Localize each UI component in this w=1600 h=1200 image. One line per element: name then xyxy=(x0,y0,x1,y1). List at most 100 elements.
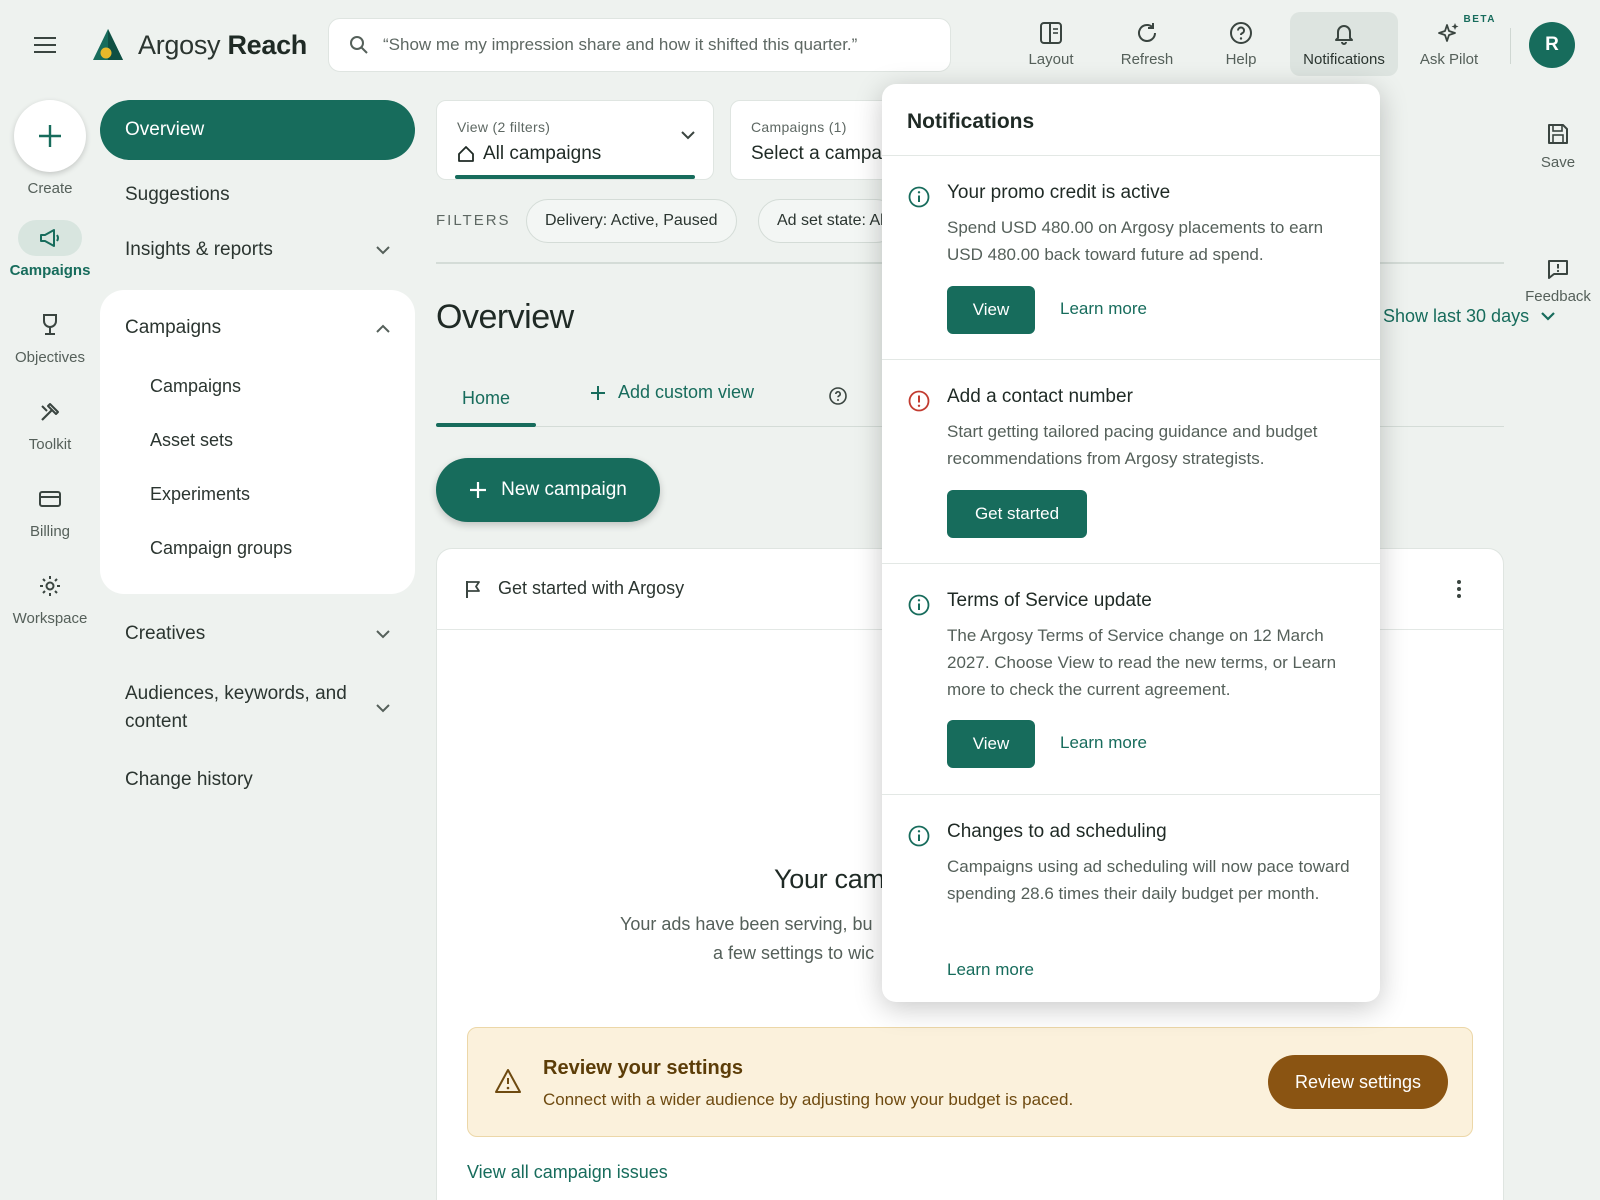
help-button[interactable]: Help xyxy=(1196,12,1286,76)
create-button[interactable] xyxy=(14,100,86,172)
chevron-down-icon xyxy=(376,703,390,712)
help-icon xyxy=(829,387,847,405)
nav-sub-experiments[interactable]: Experiments xyxy=(150,484,250,505)
page-title: Overview xyxy=(436,298,574,336)
rail-item-toolkit[interactable]: Toolkit xyxy=(0,394,100,453)
nav-group-campaigns[interactable]: Campaigns xyxy=(100,308,415,348)
plus-icon xyxy=(591,385,605,400)
info-icon xyxy=(908,825,930,847)
review-settings-button[interactable]: Review settings xyxy=(1268,1055,1448,1109)
empty-state-title: Your cam xyxy=(774,864,885,894)
notification-ad-scheduling: Changes to ad scheduling Campaigns using… xyxy=(882,795,1380,1002)
tab-home[interactable]: Home xyxy=(436,368,536,428)
nav-sub-asset-sets[interactable]: Asset sets xyxy=(150,430,233,451)
feedback-button[interactable]: Feedback xyxy=(1520,258,1596,305)
nav-sub-campaign-groups[interactable]: Campaign groups xyxy=(150,538,292,559)
nav-item-suggestions[interactable]: Suggestions xyxy=(100,175,415,215)
notification-learn-more-link[interactable]: Learn more xyxy=(1060,299,1147,319)
campaigns-label: Campaigns (1) xyxy=(751,119,847,135)
credit-card-icon xyxy=(39,491,61,507)
nav-item-overview[interactable]: Overview xyxy=(100,100,415,160)
hamburger-icon xyxy=(34,37,56,53)
notification-body: The Argosy Terms of Service change on 12… xyxy=(947,626,1337,699)
rail-item-campaigns[interactable]: Campaigns xyxy=(0,220,100,279)
notification-body: Spend USD 480.00 on Argosy placements to… xyxy=(947,218,1324,264)
layout-button[interactable]: Layout xyxy=(1006,12,1096,76)
notification-title: Terms of Service update xyxy=(947,590,1152,611)
rail-item-billing[interactable]: Billing xyxy=(0,481,100,540)
nav-item-insights[interactable]: Insights & reports xyxy=(100,230,415,270)
empty-state-text-2: a few settings to wic xyxy=(713,943,875,963)
more-options-button[interactable] xyxy=(1446,574,1472,604)
date-range-selector[interactable]: Show last 30 days xyxy=(1383,306,1555,327)
panel-title: Get started with Argosy xyxy=(498,578,685,598)
chevron-down-icon xyxy=(376,629,390,638)
refresh-label: Refresh xyxy=(1120,51,1174,68)
filters-label: FILTERS xyxy=(436,212,511,229)
rail-item-workspace[interactable]: Workspace xyxy=(0,568,100,627)
notification-learn-more-link[interactable]: Learn more xyxy=(947,960,1034,980)
brand-logo[interactable]: Argosy Reach xyxy=(92,26,307,64)
nav-sub-campaigns[interactable]: Campaigns xyxy=(150,376,241,397)
banner-title: Review your settings xyxy=(543,1057,744,1079)
refresh-button[interactable]: Refresh xyxy=(1102,12,1192,76)
rail-label-campaigns: Campaigns xyxy=(9,262,91,279)
nav-item-change-history[interactable]: Change history xyxy=(100,760,415,800)
save-button[interactable]: Save xyxy=(1520,122,1596,171)
layout-icon xyxy=(1040,22,1062,44)
ask-pilot-button[interactable]: BETA Ask Pilot xyxy=(1404,12,1496,76)
notification-body: Start getting tailored pacing guidance a… xyxy=(947,422,1318,468)
feedback-label: Feedback xyxy=(1525,288,1591,305)
save-icon xyxy=(1548,124,1568,144)
flag-icon xyxy=(466,580,480,598)
notification-promo-credit: Your promo credit is active Spend USD 48… xyxy=(882,156,1380,360)
toolbar-divider xyxy=(1510,28,1511,64)
rail-item-objectives[interactable]: Objectives xyxy=(0,307,100,366)
trophy-icon xyxy=(43,314,57,335)
rail-label-toolkit: Toolkit xyxy=(28,436,72,453)
tab-add-custom-view[interactable]: Add custom view xyxy=(590,382,754,403)
chevron-down-icon xyxy=(376,245,390,254)
view-selector[interactable]: View (2 filters) All campaigns xyxy=(436,100,714,180)
search-input[interactable] xyxy=(383,35,930,55)
rail-label-billing: Billing xyxy=(29,523,71,540)
notification-view-button[interactable]: View xyxy=(947,720,1035,768)
beta-badge: BETA xyxy=(1463,14,1496,25)
warning-icon xyxy=(494,1068,522,1094)
save-label: Save xyxy=(1540,154,1576,171)
chevron-up-icon xyxy=(376,324,390,333)
bell-icon xyxy=(1335,25,1353,45)
notification-get-started-button[interactable]: Get started xyxy=(947,490,1087,538)
filter-chip-delivery[interactable]: Delivery: Active, Paused xyxy=(526,199,737,243)
alert-circle-icon xyxy=(908,390,930,412)
info-icon xyxy=(908,186,930,208)
notification-view-button[interactable]: View xyxy=(947,286,1035,334)
plus-icon xyxy=(470,482,487,498)
nav-item-creatives[interactable]: Creatives xyxy=(100,614,415,654)
notification-learn-more-link[interactable]: Learn more xyxy=(1060,733,1147,753)
new-campaign-button[interactable]: New campaign xyxy=(436,458,660,522)
custom-view-help-button[interactable] xyxy=(828,386,848,406)
view-all-issues-link[interactable]: View all campaign issues xyxy=(467,1162,668,1183)
main-menu-button[interactable] xyxy=(28,30,62,60)
nav-item-audiences[interactable]: Audiences, keywords, and content xyxy=(100,678,415,738)
help-icon xyxy=(1230,22,1252,44)
search-bar[interactable] xyxy=(328,18,951,72)
empty-state-text: Your ads have been serving, bu xyxy=(620,914,873,934)
notifications-panel: Notifications Your promo credit is activ… xyxy=(882,84,1380,1002)
notifications-label: Notifications xyxy=(1303,51,1385,68)
filter-chip-ad-set-state[interactable]: Ad set state: All xyxy=(758,199,898,243)
feedback-icon xyxy=(1548,260,1568,279)
rail-create-label: Create xyxy=(27,180,73,197)
info-icon xyxy=(908,594,930,616)
notification-body: Campaigns using ad scheduling will now p… xyxy=(947,857,1350,903)
more-vert-icon xyxy=(1457,580,1461,598)
home-icon xyxy=(458,146,474,162)
notification-title: Add a contact number xyxy=(947,386,1133,407)
sparkle-icon xyxy=(1438,23,1459,42)
avatar[interactable]: R xyxy=(1529,22,1575,68)
refresh-icon xyxy=(1138,23,1156,42)
notifications-button[interactable]: Notifications xyxy=(1290,12,1398,76)
rail-label-objectives: Objectives xyxy=(14,349,86,366)
gear-icon xyxy=(40,576,60,596)
